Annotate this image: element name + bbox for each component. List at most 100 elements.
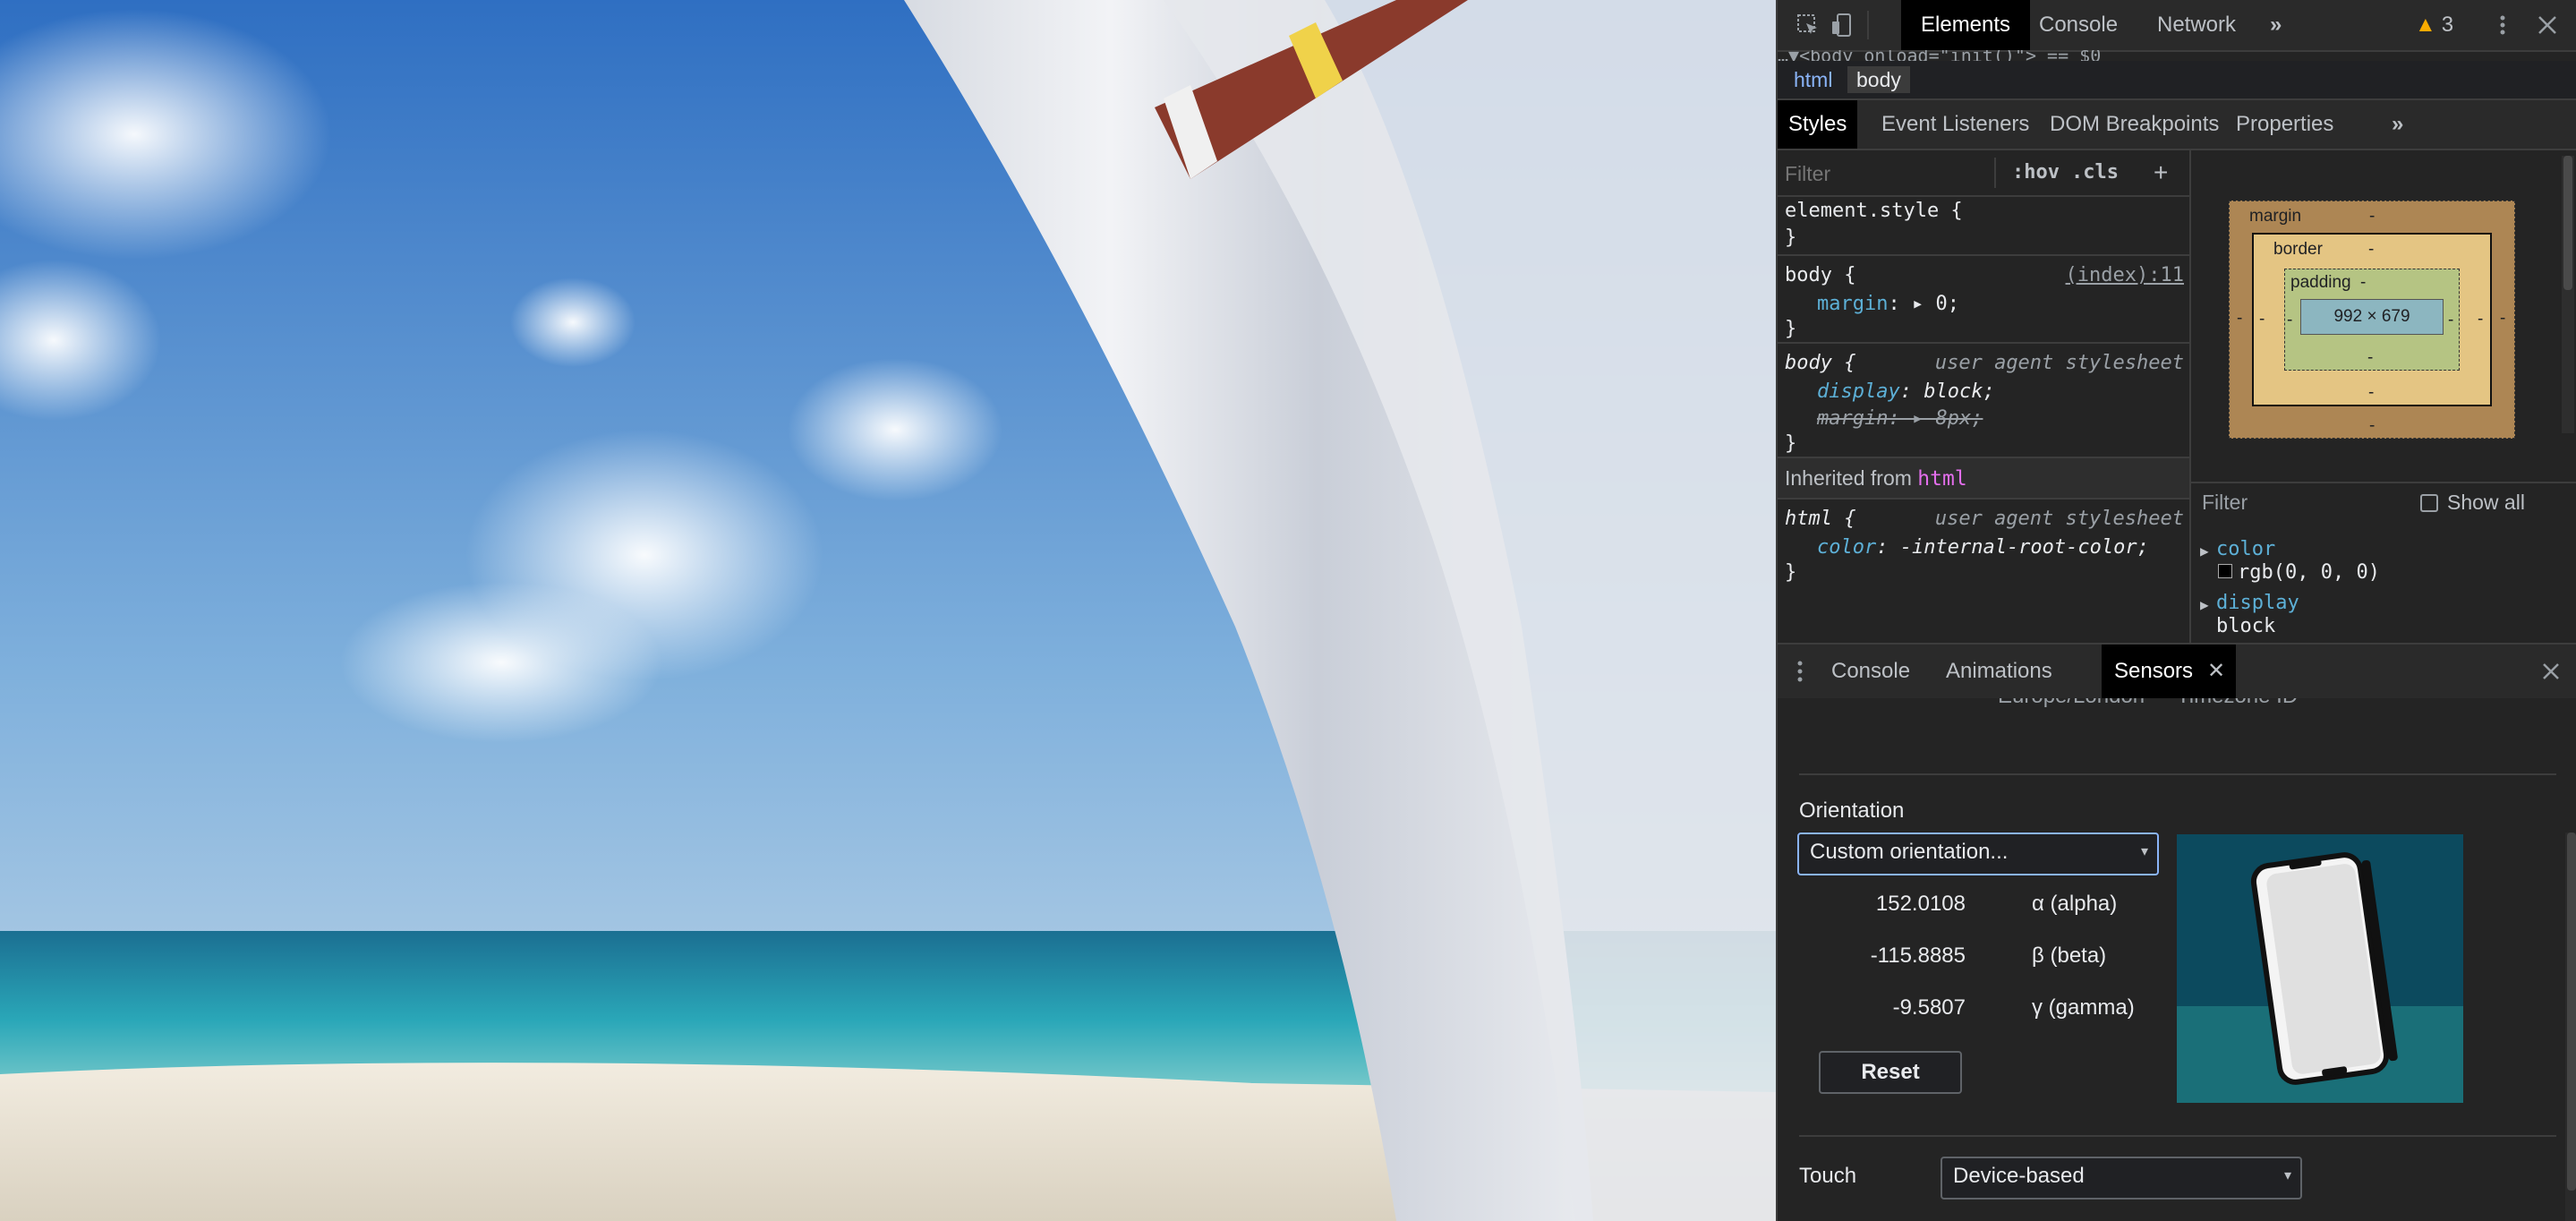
rule-declaration: display: block;: [1817, 380, 1995, 403]
orientation-heading: Orientation: [1799, 798, 1905, 823]
tab-console[interactable]: Console: [2019, 0, 2137, 50]
border-bottom-value: -: [2368, 383, 2375, 402]
property-value: 8px;: [1935, 407, 1983, 430]
sensors-scrollbar[interactable]: [2565, 832, 2576, 1221]
rule-source-link[interactable]: (index):11: [2066, 261, 2184, 290]
tab-network[interactable]: Network: [2137, 0, 2256, 50]
computed-item[interactable]: ▶ display block: [2191, 591, 2576, 648]
rule-source-label: user agent stylesheet: [1934, 508, 2184, 530]
computed-filter-input[interactable]: Filter: [2202, 491, 2248, 515]
tab-styles[interactable]: Styles: [1778, 100, 1858, 149]
rule-html-user-agent: html { user agent stylesheet color: -int…: [1778, 500, 2189, 585]
close-sensors-icon[interactable]: ✕: [2207, 645, 2225, 698]
padding-top-value: -: [2360, 273, 2367, 292]
rule-close: }: [1785, 561, 1797, 584]
touch-select[interactable]: Device-based ▾: [1941, 1157, 2302, 1200]
rule-selector: html {: [1785, 508, 1856, 530]
warning-count: 3: [2441, 13, 2454, 37]
color-swatch[interactable]: [2218, 564, 2232, 578]
chevron-down-icon: ▾: [2140, 844, 2148, 859]
computed-item[interactable]: ▶ color rgb(0, 0, 0): [2191, 538, 2576, 594]
show-all-checkbox[interactable]: [2420, 494, 2438, 512]
cls-toggle[interactable]: .cls: [2071, 158, 2119, 188]
chevron-down-icon: ▾: [2283, 1168, 2291, 1183]
content-size: 992 × 679: [2333, 307, 2410, 326]
kebab-menu-icon[interactable]: [2490, 13, 2515, 38]
rule-selector: body {: [1785, 352, 1856, 374]
drawer-tab-animations[interactable]: Animations: [1933, 645, 2065, 698]
tab-dom-breakpoints[interactable]: DOM Breakpoints: [2039, 100, 2230, 149]
orientation-select[interactable]: Custom orientation... ▾: [1797, 832, 2159, 875]
beta-label: β (beta): [2032, 944, 2107, 968]
orientation-select-value: Custom orientation...: [1810, 840, 2009, 864]
expand-triangle-icon[interactable]: ▶: [2200, 537, 2209, 566]
rule-selector[interactable]: element.style {: [1785, 197, 1963, 226]
gamma-input[interactable]: -9.5807: [1787, 995, 1966, 1020]
rule-declaration: color: -internal-root-color;: [1817, 536, 2149, 559]
drawer-menu-icon[interactable]: [1796, 659, 1804, 684]
margin-top-value: -: [2369, 207, 2376, 226]
breadcrumb-body[interactable]: body: [1847, 66, 1910, 93]
timezone-value: Europe/London: [1998, 698, 2145, 709]
styles-filter-input[interactable]: [1783, 158, 1992, 190]
alpha-label: α (alpha): [2032, 892, 2118, 916]
styles-pane: :hov .cls + element.style { } body { (in…: [1778, 150, 2191, 643]
hov-toggle[interactable]: :hov: [2012, 158, 2060, 188]
reset-button[interactable]: Reset: [1819, 1051, 1962, 1094]
rule-selector[interactable]: body {: [1785, 261, 1855, 290]
more-subtabs-chevron-icon[interactable]: »: [2381, 100, 2414, 149]
drawer-tab-sensors[interactable]: Sensors ✕: [2102, 645, 2237, 698]
alpha-input[interactable]: 152.0108: [1787, 892, 1966, 917]
new-style-rule-plus-icon[interactable]: +: [2154, 158, 2168, 188]
tab-properties[interactable]: Properties: [2225, 100, 2344, 149]
rule-close: }: [1785, 432, 1797, 455]
border-left-value: -: [2259, 310, 2265, 329]
rule-close: }: [1785, 318, 1797, 340]
computed-list: ▶ color rgb(0, 0, 0) ▶ display block: [2191, 538, 2576, 648]
inherited-element-link[interactable]: html: [1917, 467, 1966, 491]
border-right-value: -: [2478, 310, 2484, 329]
close-devtools-icon[interactable]: [2535, 13, 2560, 38]
breadcrumb: html body: [1778, 61, 2576, 100]
padding-left-value: -: [2287, 311, 2293, 329]
touch-label: Touch: [1799, 1164, 1857, 1188]
border-top-value: -: [2368, 240, 2375, 259]
border-label: border: [2273, 240, 2323, 259]
property-value: 0;: [1935, 293, 1959, 315]
devtools-panel: Elements Console Network » ▲ 3 …▼<body on…: [1776, 0, 2576, 1221]
rule-declaration-overridden: margin: ▸ 8px;: [1817, 407, 1983, 430]
beta-input[interactable]: -115.8885: [1787, 944, 1966, 969]
more-tabs-chevron-icon[interactable]: »: [2250, 0, 2301, 50]
property-name: color: [1817, 536, 1877, 559]
close-drawer-icon[interactable]: [2540, 661, 2562, 682]
breadcrumb-html[interactable]: html: [1785, 66, 1841, 93]
inspect-element-icon[interactable]: [1796, 13, 1821, 38]
padding-label: padding: [2290, 273, 2351, 292]
page-viewport[interactable]: [0, 0, 1776, 1221]
device-toolbar-icon[interactable]: [1830, 13, 1855, 38]
tab-elements[interactable]: Elements: [1901, 0, 2031, 50]
warnings-counter[interactable]: ▲ 3: [2415, 0, 2453, 50]
margin-label: margin: [2249, 207, 2302, 226]
box-content[interactable]: 992 × 679: [2300, 299, 2444, 335]
rule-declaration[interactable]: margin: ▸ 0;: [1817, 290, 1959, 319]
tab-event-listeners[interactable]: Event Listeners: [1871, 100, 2040, 149]
expand-triangle-icon[interactable]: ▶: [2200, 591, 2209, 619]
computed-scrollbar[interactable]: [2562, 156, 2574, 433]
rule-element-style: element.style { }: [1778, 197, 2189, 256]
rule-source-label: user agent stylesheet: [1934, 352, 2184, 374]
property-value: -internal-root-color;: [1899, 536, 2149, 559]
styles-filter-bar: :hov .cls +: [1778, 150, 2189, 197]
computed-pane: margin - - - - border - - - - padding - …: [2191, 150, 2576, 643]
show-all-label: Show all: [2447, 491, 2525, 514]
touch-select-value: Device-based: [1953, 1164, 2085, 1188]
section-divider: [1799, 773, 2556, 775]
computed-property-value: block: [2216, 615, 2276, 637]
warning-icon: ▲: [2415, 13, 2436, 37]
computed-property-value: rgb(0, 0, 0): [2238, 561, 2380, 584]
section-divider: [1799, 1135, 2556, 1137]
property-name: display: [1817, 380, 1900, 403]
sensors-panel: Europe/London Timezone ID Orientation Cu…: [1778, 698, 2576, 1221]
device-orientation-preview[interactable]: [2177, 834, 2463, 1103]
drawer-tab-console[interactable]: Console: [1819, 645, 1923, 698]
